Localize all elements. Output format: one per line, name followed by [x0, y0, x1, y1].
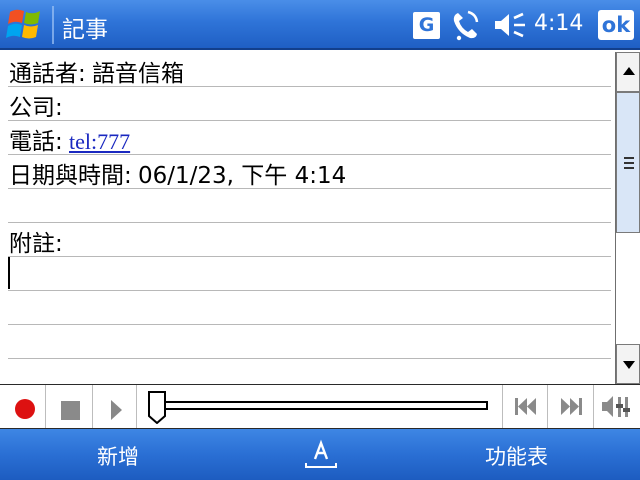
ok-button[interactable]: ok [598, 10, 634, 40]
next-track-icon [561, 398, 582, 415]
stop-button[interactable] [46, 385, 93, 428]
grip-icon [624, 167, 634, 169]
phone-signal-icon[interactable] [450, 9, 480, 41]
new-softkey[interactable]: 新增 [97, 441, 139, 471]
rule-line [8, 256, 611, 257]
phone-link[interactable]: tel:777 [69, 129, 130, 154]
memo-line: 附註: [9, 224, 63, 258]
phone-label: 電話: [9, 129, 63, 155]
caller-line: 通話者: 語音信箱 [9, 54, 184, 88]
scroll-up-button[interactable] [616, 52, 640, 92]
phone-line: 電話: tel:777 [9, 122, 130, 156]
note-body[interactable]: 通話者: 語音信箱 公司: 電話: tel:777 日期與時間: 06/1/23… [0, 52, 615, 384]
text-cursor [8, 257, 10, 289]
company-label: 公司: [9, 95, 63, 121]
softkey-bar: 新增 功能表 [0, 429, 640, 480]
memo-label: 附註: [9, 231, 63, 257]
recording-toolbar [0, 384, 640, 429]
play-button[interactable] [93, 385, 137, 428]
previous-track-icon [515, 398, 536, 415]
play-icon [111, 400, 122, 420]
up-arrow-icon [623, 67, 635, 75]
volume-button[interactable] [594, 385, 638, 428]
rule-line [8, 120, 611, 121]
next-button[interactable] [548, 385, 594, 428]
rule-line [8, 358, 611, 359]
record-icon [15, 399, 35, 419]
input-panel-icon[interactable] [304, 439, 338, 471]
caller-value: 語音信箱 [92, 61, 184, 87]
title-separator [52, 6, 54, 44]
rule-line [8, 324, 611, 325]
company-line: 公司: [9, 88, 63, 122]
grip-icon [624, 157, 634, 159]
datetime-line: 日期與時間: 06/1/23, 下午 4:14 [9, 156, 346, 190]
rule-line [8, 290, 611, 291]
record-button[interactable] [2, 385, 46, 428]
scroll-thumb[interactable] [616, 92, 640, 233]
clock[interactable]: 4:14 [534, 11, 583, 36]
speaker-mute-icon[interactable] [492, 9, 526, 41]
grip-icon [624, 162, 634, 164]
slider-thumb[interactable] [146, 390, 168, 425]
g-icon[interactable]: G [413, 12, 440, 39]
windows-start-icon[interactable] [4, 4, 48, 46]
volume-icon [602, 396, 630, 417]
down-arrow-icon [623, 361, 635, 369]
datetime-label: 日期與時間: [9, 163, 132, 189]
vertical-scrollbar[interactable] [615, 52, 640, 384]
menu-softkey[interactable]: 功能表 [485, 441, 548, 471]
stop-icon [61, 401, 80, 420]
datetime-value: 06/1/23, 下午 4:14 [138, 163, 347, 189]
playback-position-slider[interactable] [150, 401, 488, 410]
app-title: 記事 [62, 17, 108, 43]
scroll-down-button[interactable] [616, 344, 640, 384]
scroll-track[interactable] [616, 233, 640, 344]
title-bar: 記事 G 4:14 ok [0, 0, 640, 50]
rule-line [8, 222, 611, 223]
caller-label: 通話者: [9, 61, 86, 87]
previous-button[interactable] [502, 385, 548, 428]
g-icon-label: G [418, 14, 435, 36]
